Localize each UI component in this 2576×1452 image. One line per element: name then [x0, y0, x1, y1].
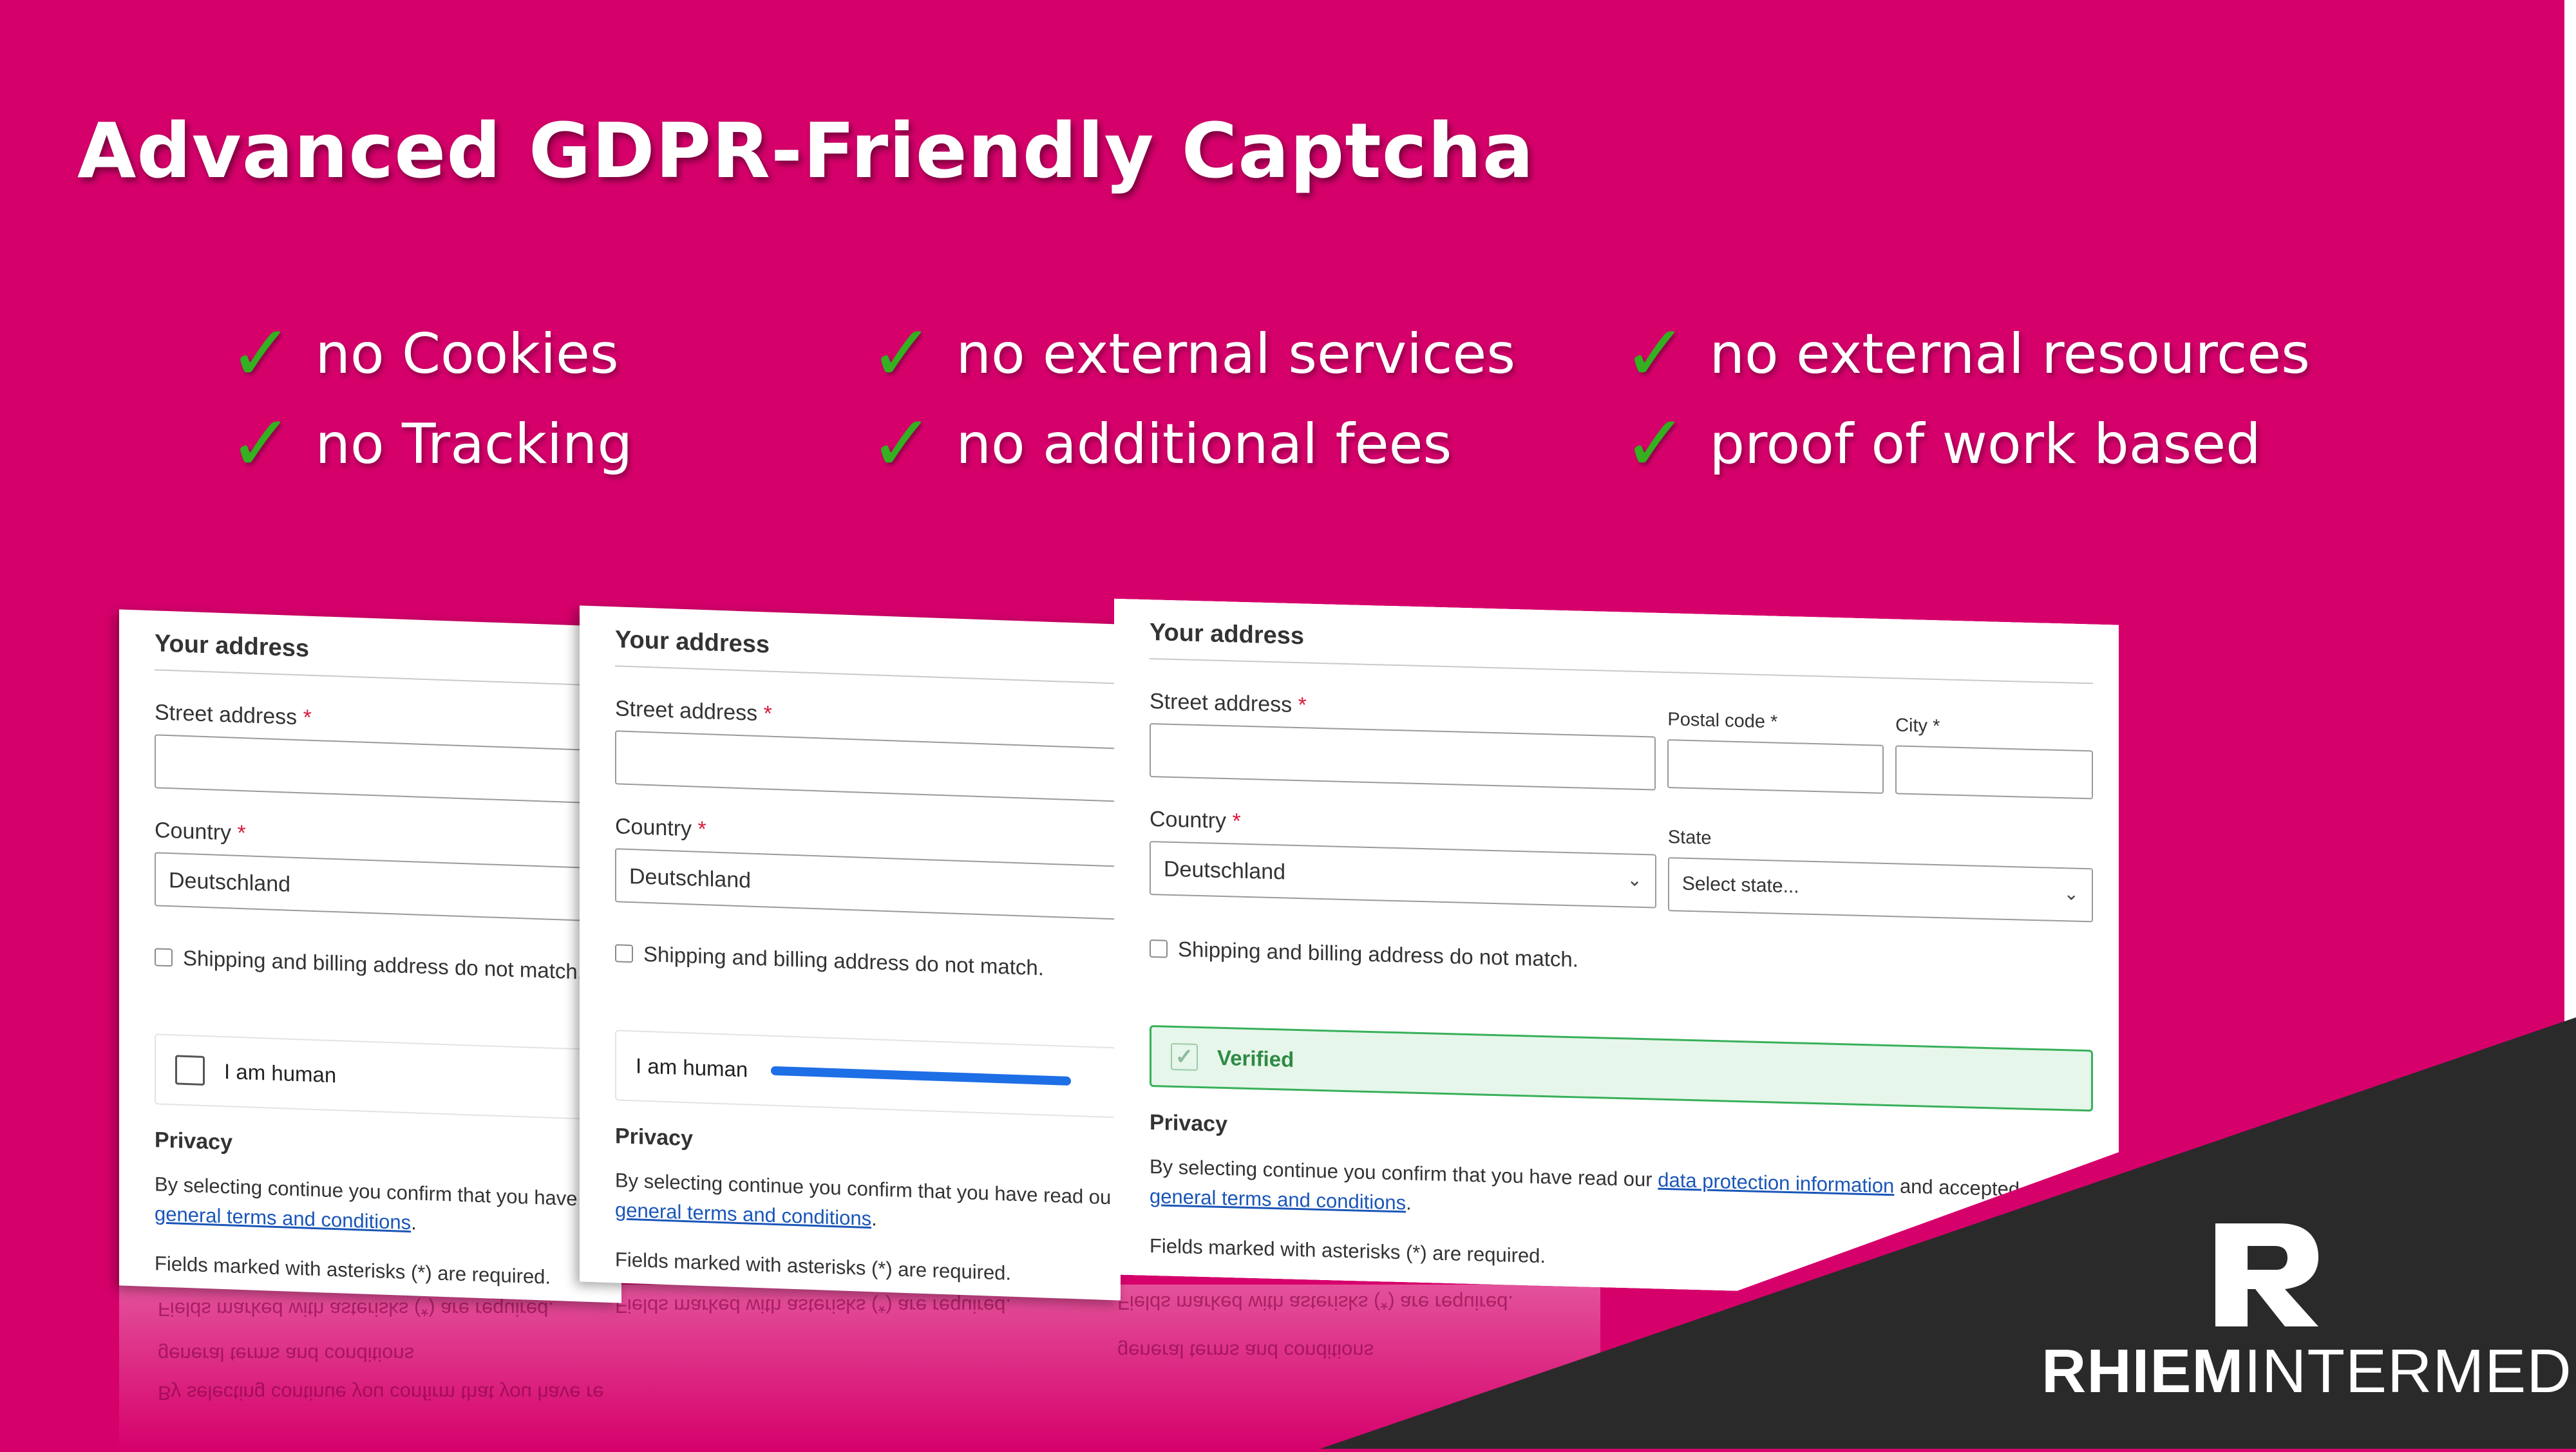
street-label: Street address *: [155, 700, 312, 730]
postal-label: Postal code *: [1667, 709, 1778, 733]
terms-link[interactable]: general terms and conditions: [615, 1198, 871, 1230]
logo-wordmark: RHIEMINTERMEDIA: [2041, 1336, 2576, 1407]
section-title: Your address: [615, 626, 770, 659]
country-select[interactable]: Deutschland: [155, 852, 621, 923]
captcha-label: I am human: [636, 1053, 748, 1082]
checkbox-checked-icon: ✓: [1171, 1043, 1198, 1071]
street-label: Street address *: [1150, 689, 1307, 718]
privacy-title: Privacy: [155, 1127, 232, 1155]
country-label: Country *: [155, 818, 246, 846]
city-input[interactable]: [1895, 745, 2093, 799]
mismatch-label: Shipping and billing address do not matc…: [183, 945, 583, 984]
privacy-title: Privacy: [1150, 1110, 1227, 1137]
country-select[interactable]: Deutschland: [615, 848, 1121, 920]
company-logo: RHIEMINTERMEDIA: [2041, 1217, 2576, 1406]
captcha-verified: ✓ Verified: [1150, 1025, 2093, 1111]
captcha-widget: I am human: [615, 1030, 1121, 1118]
captcha-label: I am human: [224, 1059, 337, 1088]
state-select[interactable]: Select state... ⌄: [1668, 857, 2093, 922]
captcha-checkbox[interactable]: [175, 1055, 205, 1086]
form-panel-unchecked: Your address Street address * Country * …: [119, 609, 621, 1303]
form-panel-verified: Your address Street address * Postal cod…: [1114, 599, 2119, 1301]
privacy-text: By selecting continue you confirm that y…: [1150, 1155, 2054, 1214]
logo-light: INTERMEDIA: [2244, 1337, 2576, 1406]
required-note: Fields marked with asterisks (*) are req…: [615, 1248, 1012, 1285]
form-panel-progress: Your address Street address * Country * …: [580, 605, 1121, 1301]
logo-r-mark-icon: [2215, 1223, 2318, 1326]
verified-label: Verified: [1217, 1045, 1294, 1071]
mismatch-checkbox-row[interactable]: Shipping and billing address do not matc…: [1150, 936, 2093, 985]
divider: [155, 669, 621, 687]
mismatch-checkbox[interactable]: [155, 948, 173, 967]
logo-bold: RHIEM: [2041, 1337, 2244, 1406]
privacy-title: Privacy: [615, 1124, 693, 1151]
chevron-down-icon: ⌄: [1627, 869, 1642, 891]
state-label: State: [1667, 827, 1712, 849]
mismatch-label: Shipping and billing address do not matc…: [1178, 937, 1578, 972]
chevron-down-icon: ⌄: [2063, 883, 2079, 904]
terms-link[interactable]: general terms and conditions: [155, 1202, 411, 1234]
required-note: Fields marked with asterisks (*) are req…: [155, 1252, 551, 1288]
postal-input[interactable]: [1667, 739, 1884, 794]
city-label: City *: [1895, 715, 1940, 737]
mismatch-label: Shipping and billing address do not matc…: [643, 941, 1044, 980]
privacy-text: By selecting continue you confirm that y…: [615, 1169, 1112, 1230]
mismatch-checkbox-row[interactable]: Shipping and billing address do not matc…: [615, 941, 1121, 983]
terms-link[interactable]: general terms and conditions: [1150, 1185, 1406, 1214]
captcha-widget[interactable]: I am human: [155, 1033, 621, 1121]
street-input[interactable]: [615, 730, 1121, 802]
captcha-progress-bar: [771, 1066, 1071, 1086]
mismatch-checkbox[interactable]: [1150, 939, 1168, 958]
section-title: Your address: [155, 630, 310, 663]
street-input[interactable]: [155, 734, 621, 805]
mismatch-checkbox[interactable]: [615, 944, 633, 963]
country-select[interactable]: Deutschland ⌄: [1150, 841, 1656, 909]
country-label: Country *: [1150, 807, 1241, 834]
mismatch-checkbox-row[interactable]: Shipping and billing address do not matc…: [155, 945, 621, 985]
data-protection-link[interactable]: data protection information: [1658, 1169, 1894, 1198]
privacy-text: By selecting continue you confirm that y…: [155, 1173, 601, 1234]
